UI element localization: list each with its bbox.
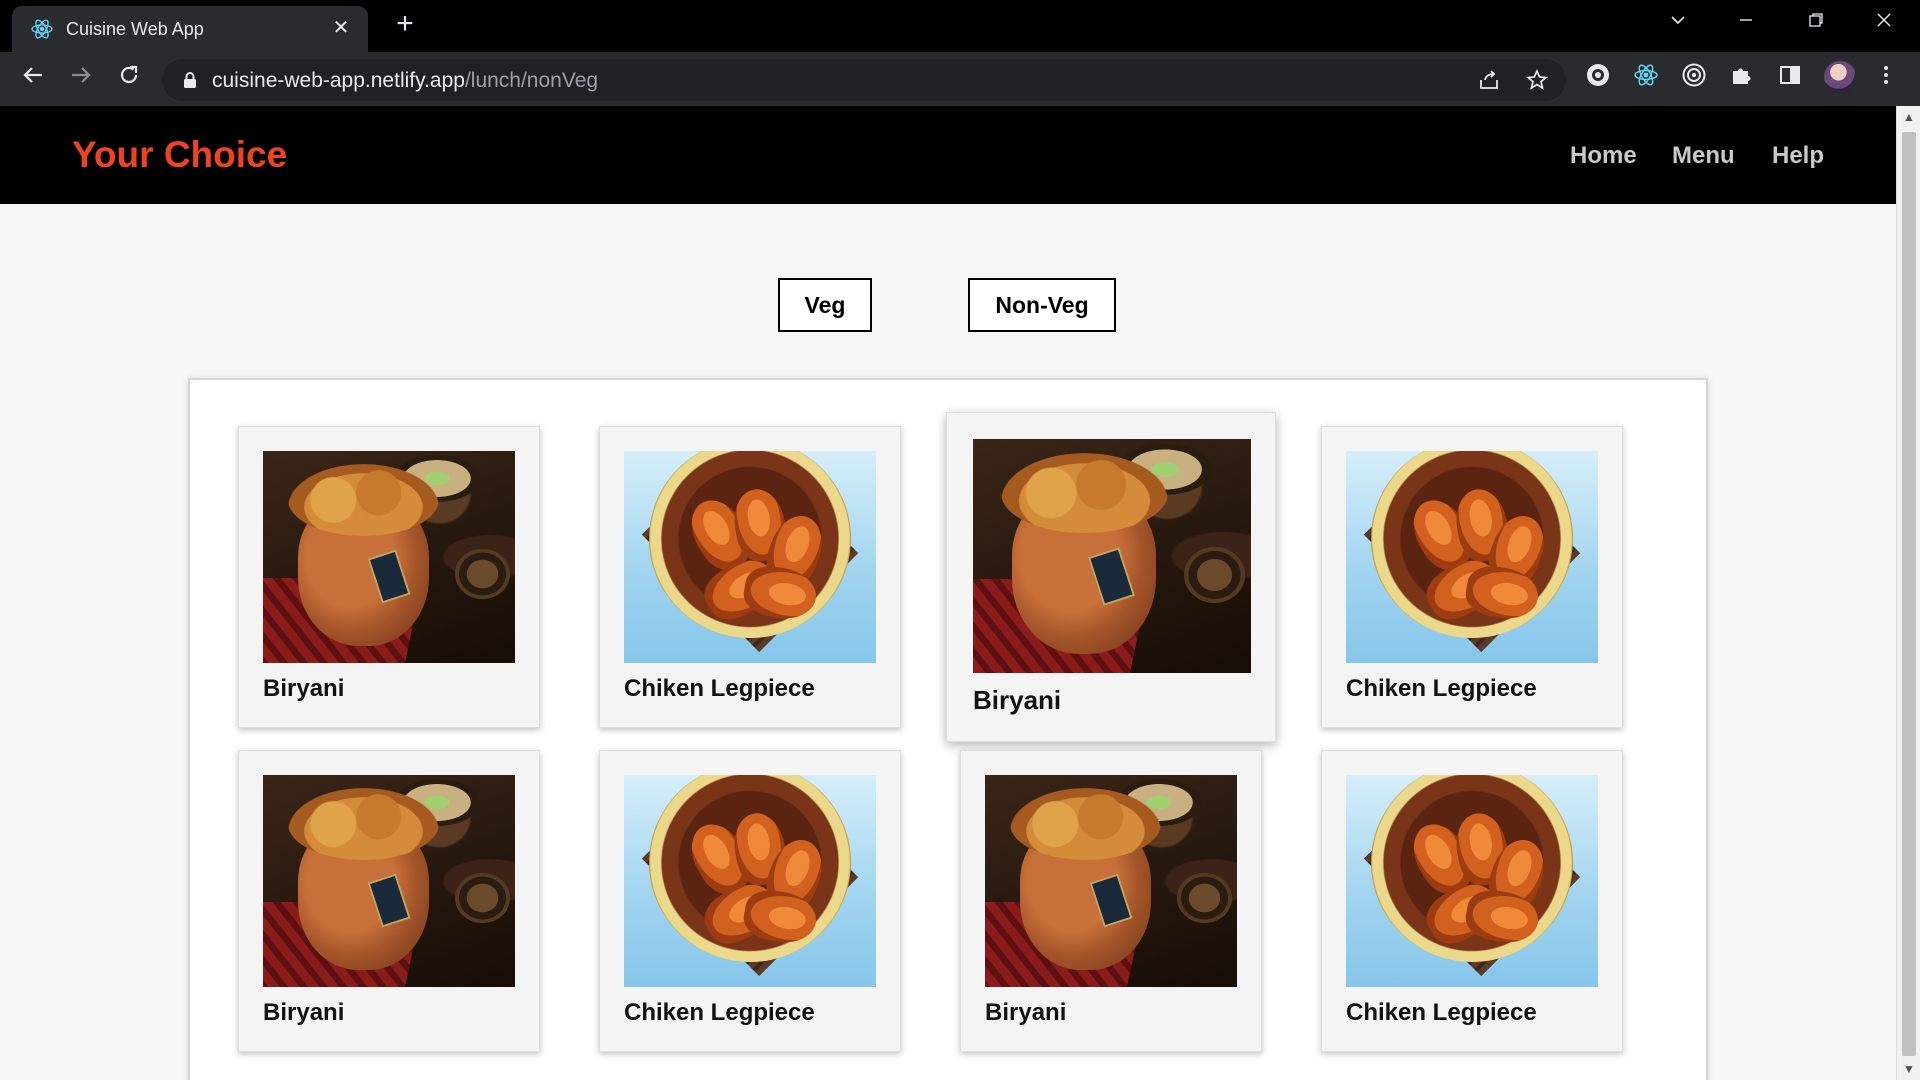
extension-icon[interactable] — [1584, 62, 1612, 90]
chicken-legpiece-image — [1346, 451, 1598, 663]
biryani-image — [985, 775, 1237, 987]
forward-arrow-icon[interactable] — [64, 62, 98, 96]
card-title: Biryani — [985, 999, 1067, 1026]
nonveg-button[interactable]: Non-Veg — [968, 278, 1116, 332]
restore-icon[interactable] — [1796, 8, 1836, 38]
profile-avatar[interactable] — [1824, 61, 1856, 93]
menu-card[interactable]: Biryani — [960, 750, 1262, 1052]
menu-card-hovered[interactable]: Biryani — [946, 412, 1276, 742]
close-window-icon[interactable] — [1864, 8, 1904, 38]
menu-card[interactable]: Chiken Legpiece — [1321, 426, 1623, 728]
scroll-down-arrow-icon[interactable]: ▼ — [1897, 1058, 1920, 1080]
sidepanel-icon[interactable] — [1776, 62, 1804, 90]
nav-help[interactable]: Help — [1772, 142, 1824, 170]
tab-strip: Cuisine Web App ✕ + — [0, 0, 1920, 52]
biryani-image — [973, 439, 1251, 673]
menu-card[interactable]: Chiken Legpiece — [599, 750, 901, 1052]
chicken-legpiece-image — [1346, 775, 1598, 987]
tab-search-icon[interactable] — [1658, 8, 1698, 38]
react-devtools-icon[interactable] — [1632, 62, 1660, 90]
nav-home[interactable]: Home — [1570, 142, 1637, 170]
card-title: Chiken Legpiece — [624, 999, 815, 1026]
scrollbar-thumb[interactable] — [1902, 132, 1916, 1056]
card-title: Biryani — [263, 999, 345, 1026]
puzzle-icon[interactable] — [1728, 62, 1756, 90]
chicken-legpiece-image — [624, 451, 876, 663]
target-icon[interactable] — [1680, 62, 1708, 90]
react-icon — [30, 17, 54, 41]
menu-card[interactable]: Biryani — [238, 426, 540, 728]
back-arrow-icon[interactable] — [16, 62, 50, 96]
lock-icon[interactable] — [180, 70, 200, 90]
menu-card[interactable]: Chiken Legpiece — [1321, 750, 1623, 1052]
browser-toolbar: cuisine-web-app.netlify.app/lunch/nonVeg — [0, 52, 1920, 106]
card-title: Biryani — [973, 685, 1062, 715]
card-title: Chiken Legpiece — [1346, 999, 1537, 1026]
page-scrollbar[interactable]: ▲ ▼ — [1896, 106, 1920, 1080]
menu-grid-panel: Biryani Chiken Legpiece Biryani Chiken L… — [188, 378, 1708, 1080]
brand-logo[interactable]: Your Choice — [72, 134, 287, 176]
new-tab-button[interactable]: + — [390, 9, 420, 40]
url-text[interactable]: cuisine-web-app.netlify.app/lunch/nonVeg — [212, 69, 598, 93]
address-bar[interactable]: cuisine-web-app.netlify.app/lunch/nonVeg — [162, 59, 1566, 101]
nav-menu[interactable]: Menu — [1672, 142, 1735, 170]
site-navbar: Your Choice Home Menu Help — [0, 106, 1896, 204]
card-title: Chiken Legpiece — [1346, 675, 1537, 702]
biryani-image — [263, 451, 515, 663]
biryani-image — [263, 775, 515, 987]
url-host: cuisine-web-app.netlify.app — [212, 69, 465, 92]
star-icon[interactable] — [1524, 68, 1550, 94]
share-icon[interactable] — [1476, 68, 1502, 94]
veg-button[interactable]: Veg — [778, 278, 872, 332]
scroll-up-arrow-icon[interactable]: ▲ — [1897, 106, 1920, 128]
minimize-icon[interactable] — [1726, 8, 1766, 38]
menu-card[interactable]: Chiken Legpiece — [599, 426, 901, 728]
browser-tab[interactable]: Cuisine Web App ✕ — [12, 6, 368, 52]
page-viewport: Your Choice Home Menu Help Veg Non-Veg B… — [0, 106, 1896, 1080]
tab-title: Cuisine Web App — [66, 19, 204, 39]
close-tab-icon[interactable]: ✕ — [328, 15, 354, 41]
card-title: Chiken Legpiece — [624, 675, 815, 702]
chicken-legpiece-image — [624, 775, 876, 987]
menu-card[interactable]: Biryani — [238, 750, 540, 1052]
kebab-menu-icon[interactable] — [1872, 62, 1900, 90]
card-title: Biryani — [263, 675, 345, 702]
url-path: /lunch/nonVeg — [464, 69, 599, 92]
reload-icon[interactable] — [112, 62, 146, 96]
